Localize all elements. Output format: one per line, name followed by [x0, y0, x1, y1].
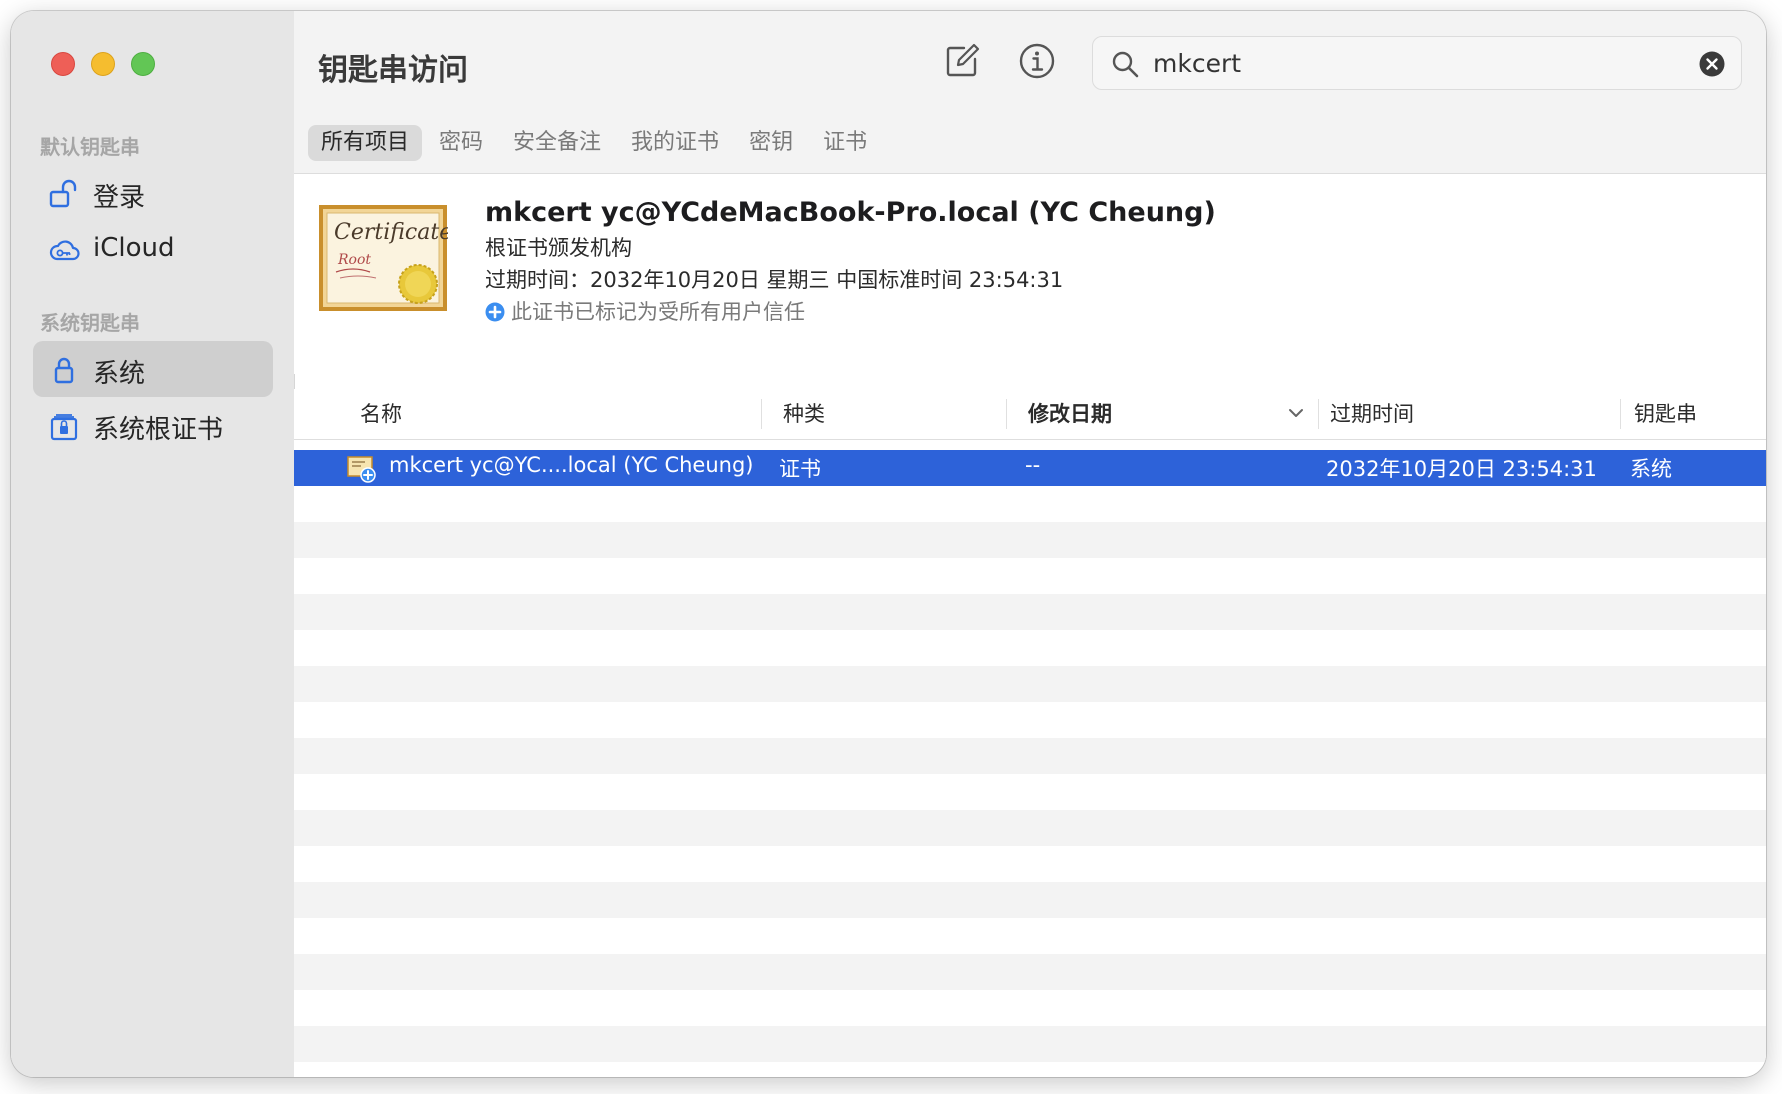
certificate-name: mkcert yc@YCdeMacBook-Pro.local (YC Cheu…: [485, 197, 1216, 228]
sidebar-item-label: 登录: [93, 183, 146, 213]
window-title: 钥匙串访问: [318, 53, 468, 88]
info-icon[interactable]: [1017, 41, 1057, 81]
category-tabs: 所有项目 密码 安全备注 我的证书 密钥 证书: [308, 125, 884, 161]
tab-my-certificates[interactable]: 我的证书: [618, 125, 732, 161]
keychain-access-window: 默认钥匙串 登录 iCloud 系统钥匙串 系统 系统根证书 钥匙串访问 mkc…: [11, 11, 1766, 1077]
sort-descending-chevron-icon[interactable]: [1288, 407, 1304, 419]
column-divider[interactable]: [1318, 399, 1319, 429]
item-detail-panel: Certificate Root mkcert yc@YCdeMacBook-P…: [294, 174, 1766, 374]
toolbar: 钥匙串访问 mkcert 所有项目 密码 安全备注 我的证书 密钥 证书: [294, 11, 1766, 174]
table-body: mkcert yc@YC....local (YC Cheung) 证书 -- …: [294, 450, 1766, 1077]
items-table: 名称 种类 修改日期 过期时间 钥匙串 mkcert yc@YC....loca…: [294, 389, 1766, 1077]
table-row[interactable]: mkcert yc@YC....local (YC Cheung) 证书 -- …: [294, 450, 1766, 486]
column-header-name[interactable]: 名称: [360, 398, 402, 428]
tab-passwords[interactable]: 密码: [426, 125, 496, 161]
empty-row: [294, 1026, 1766, 1062]
compose-new-item-icon[interactable]: [942, 41, 982, 81]
sidebar-item-label: 系统根证书: [93, 415, 224, 445]
sidebar-item-label: 系统: [93, 359, 146, 389]
row-keychain: 系统: [1630, 457, 1672, 481]
column-divider[interactable]: [1006, 399, 1007, 429]
empty-row: [294, 990, 1766, 1026]
column-divider[interactable]: [761, 399, 762, 429]
row-modified: --: [1025, 453, 1041, 477]
tab-secure-notes[interactable]: 安全备注: [500, 125, 614, 161]
empty-row: [294, 558, 1766, 594]
certificate-image-icon: Certificate Root: [319, 205, 448, 311]
empty-row: [294, 594, 1766, 630]
table-header: 名称 种类 修改日期 过期时间 钥匙串: [294, 389, 1766, 440]
clear-search-icon[interactable]: [1699, 51, 1725, 77]
empty-row: [294, 882, 1766, 918]
sidebar-item-system-roots[interactable]: 系统根证书: [33, 397, 273, 453]
empty-row: [294, 630, 1766, 666]
row-expires: 2032年10月20日 23:54:31: [1326, 457, 1597, 481]
close-window-button[interactable]: [51, 52, 75, 76]
search-input[interactable]: [1153, 46, 1673, 80]
column-header-kind[interactable]: 种类: [783, 398, 825, 428]
root-certificate-cabinet-icon: [50, 414, 78, 441]
padlock-icon: [54, 357, 74, 384]
empty-row: [294, 702, 1766, 738]
empty-row: [294, 774, 1766, 810]
empty-row: [294, 486, 1766, 522]
sidebar: 默认钥匙串 登录 iCloud 系统钥匙串 系统 系统根证书: [11, 11, 295, 1077]
icloud-key-icon: [49, 240, 80, 261]
certificate-kind: 根证书颁发机构: [485, 236, 632, 260]
empty-row: [294, 918, 1766, 954]
empty-row: [294, 810, 1766, 846]
certificate-title-text: Certificate: [334, 220, 448, 245]
column-header-keychain[interactable]: 钥匙串: [1634, 398, 1697, 428]
sidebar-item-label: iCloud: [93, 233, 175, 263]
unlocked-padlock-icon: [49, 179, 77, 208]
certificate-trust-status: 此证书已标记为受所有用户信任: [485, 296, 805, 326]
empty-row: [294, 954, 1766, 990]
column-header-modified[interactable]: 修改日期: [1028, 398, 1112, 428]
trusted-plus-icon: [485, 302, 505, 322]
row-kind: 证书: [779, 457, 821, 481]
row-name: mkcert yc@YC....local (YC Cheung): [389, 453, 754, 477]
column-divider[interactable]: [1620, 399, 1621, 429]
tab-keys[interactable]: 密钥: [736, 125, 806, 161]
tab-all-items[interactable]: 所有项目: [308, 125, 423, 161]
search-icon: [1112, 51, 1139, 78]
sidebar-item-system[interactable]: 系统: [33, 341, 273, 397]
column-header-expires[interactable]: 过期时间: [1330, 398, 1414, 428]
zoom-window-button[interactable]: [131, 52, 155, 76]
main-panel: 钥匙串访问 mkcert 所有项目 密码 安全备注 我的证书 密钥 证书 Cer…: [294, 11, 1766, 1077]
minimize-window-button[interactable]: [91, 52, 115, 76]
empty-row: [294, 522, 1766, 558]
certificate-file-icon: [347, 456, 376, 483]
certificate-expiry: 过期时间：2032年10月20日 星期三 中国标准时间 23:54:31: [485, 268, 1064, 292]
sidebar-item-login[interactable]: 登录: [33, 165, 273, 221]
empty-row: [294, 666, 1766, 702]
tab-certificates[interactable]: 证书: [810, 125, 880, 161]
sidebar-item-icloud[interactable]: iCloud: [33, 221, 273, 277]
sidebar-section-default-keychains: 默认钥匙串: [40, 135, 140, 159]
search-field[interactable]: [1092, 36, 1742, 90]
trust-text: 此证书已标记为受所有用户信任: [511, 300, 805, 324]
sidebar-section-system-keychains: 系统钥匙串: [40, 311, 140, 335]
empty-row: [294, 738, 1766, 774]
certificate-root-text: Root: [337, 252, 371, 268]
empty-row: [294, 846, 1766, 882]
